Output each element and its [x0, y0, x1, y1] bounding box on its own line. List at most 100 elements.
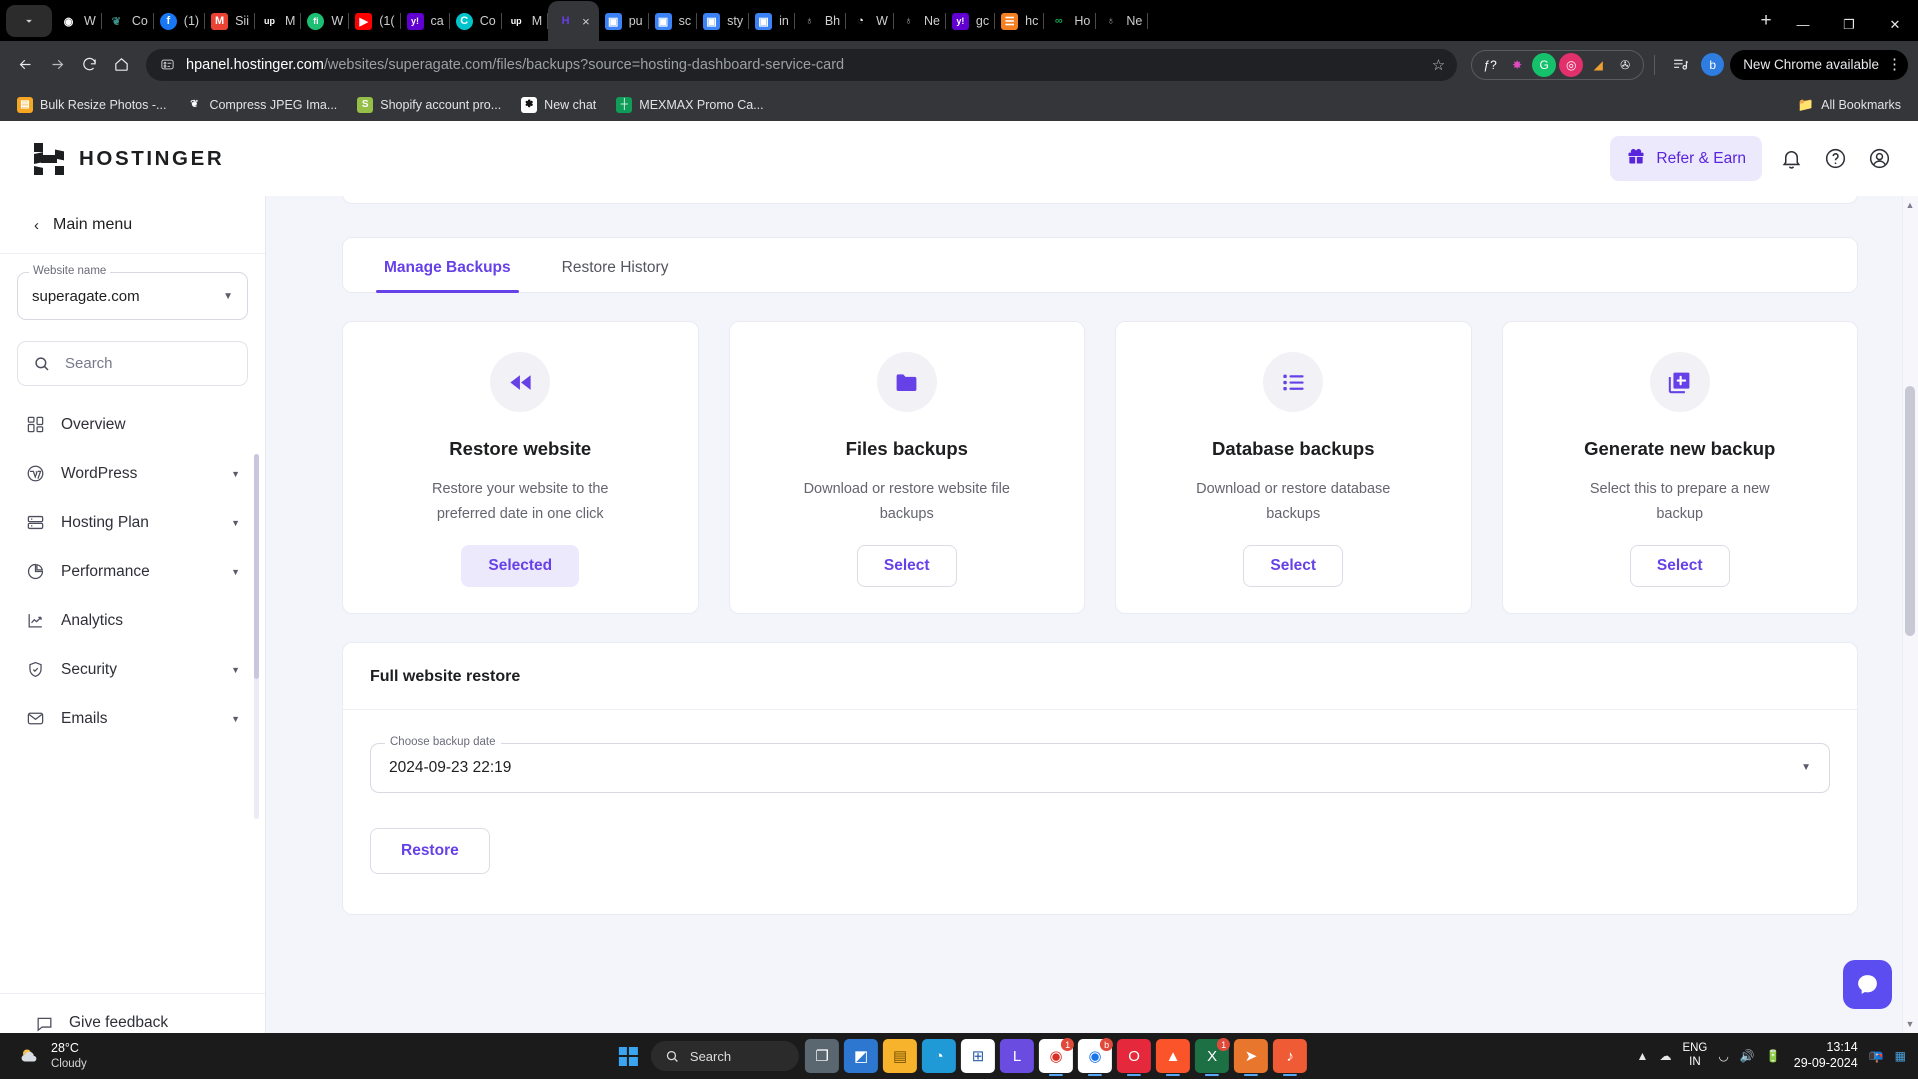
cloud-icon[interactable]: ☁ — [1659, 1049, 1671, 1063]
reading-list-icon[interactable] — [1665, 50, 1695, 80]
brave-icon[interactable]: ▲ — [1156, 1039, 1190, 1073]
refer-and-earn-button[interactable]: Refer & Earn — [1610, 136, 1762, 181]
microsoft-store-icon[interactable]: ⊞ — [961, 1039, 995, 1073]
clock[interactable]: 13:14 29-09-2024 — [1792, 1040, 1858, 1071]
browser-tab[interactable]: ◉W — [54, 1, 102, 41]
browser-tab[interactable]: ◔W — [846, 1, 894, 41]
sidebar-item-analytics[interactable]: Analytics — [17, 596, 248, 645]
bookmark-item[interactable]: SShopify account pro... — [350, 94, 508, 116]
excel-icon[interactable]: X1 — [1195, 1039, 1229, 1073]
volume-icon[interactable]: 🔊 — [1740, 1049, 1755, 1063]
sidebar-item-hosting-plan[interactable]: Hosting Plan▼ — [17, 498, 248, 547]
bell-icon[interactable] — [1776, 144, 1806, 174]
address-bar[interactable]: hpanel.hostinger.com/websites/superagate… — [146, 49, 1457, 81]
backup-card[interactable]: Generate new backupSelect this to prepar… — [1502, 321, 1859, 614]
card-select-button[interactable]: Select — [1243, 545, 1343, 587]
tray-extra-icon[interactable]: ▦ — [1895, 1049, 1906, 1063]
edge-icon[interactable]: ◔ — [922, 1039, 956, 1073]
chevron-down-icon[interactable]: ▼ — [231, 665, 240, 675]
colorpicker-extension-icon[interactable]: ✸ — [1505, 53, 1529, 77]
browser-tab[interactable]: ♁Ne — [1096, 1, 1148, 41]
main-menu-back[interactable]: ‹ Main menu — [0, 196, 265, 254]
telegram-icon[interactable]: ➤ — [1234, 1039, 1268, 1073]
office-icon[interactable]: ◩ — [844, 1039, 878, 1073]
browser-tab[interactable]: ▣in — [749, 1, 795, 41]
browser-tab[interactable]: y!ca — [401, 1, 450, 41]
back-button[interactable] — [10, 50, 40, 80]
browser-tab[interactable]: ▶(1( — [349, 1, 400, 41]
browser-tab[interactable]: ▣sty — [697, 1, 749, 41]
chevron-down-icon[interactable]: ▼ — [231, 714, 240, 724]
browser-tab[interactable]: MSii — [205, 1, 255, 41]
card-select-button[interactable]: Select — [857, 545, 957, 587]
chevron-down-icon[interactable]: ▼ — [231, 469, 240, 479]
browser-tab-active[interactable]: H× — [548, 1, 599, 41]
browser-tab[interactable]: y!gc — [946, 1, 995, 41]
scroll-up-arrow[interactable]: ▲ — [1905, 200, 1915, 210]
browser-tab[interactable]: ☰hc — [995, 1, 1044, 41]
grammar-extension-icon[interactable]: ƒ? — [1478, 53, 1502, 77]
bookmark-item[interactable]: ✽New chat — [514, 94, 603, 116]
close-tab-icon[interactable]: × — [582, 15, 590, 28]
lightshot-icon[interactable]: L — [1000, 1039, 1034, 1073]
language-indicator[interactable]: ENG IN — [1682, 1042, 1707, 1070]
sidebar-item-security[interactable]: Security▼ — [17, 645, 248, 694]
restore-button[interactable]: Restore — [370, 828, 490, 874]
forward-button[interactable] — [42, 50, 72, 80]
backup-date-select[interactable]: Choose backup date 2024-09-23 22:19 ▼ — [370, 743, 1830, 793]
instagram-extension-icon[interactable]: ◎ — [1559, 53, 1583, 77]
website-select[interactable]: Website name superagate.com ▼ — [17, 272, 248, 320]
backup-card[interactable]: Database backupsDownload or restore data… — [1115, 321, 1472, 614]
browser-tab[interactable]: ❦Co — [102, 1, 154, 41]
puzzle-extensions-icon[interactable]: ✇ — [1613, 53, 1637, 77]
browser-tab[interactable]: ▣pu — [599, 1, 649, 41]
browser-tab[interactable]: f(1) — [154, 1, 205, 41]
grammarly-extension-icon[interactable]: G — [1532, 53, 1556, 77]
hostinger-logo[interactable]: HOSTINGER — [34, 143, 224, 175]
notification-icon[interactable]: 📭 — [1869, 1049, 1884, 1063]
backup-card[interactable]: Files backupsDownload or restore website… — [729, 321, 1086, 614]
sidebar-item-emails[interactable]: Emails▼ — [17, 694, 248, 743]
backup-card[interactable]: Restore websiteRestore your website to t… — [342, 321, 699, 614]
maximize-button[interactable]: ❐ — [1826, 8, 1872, 41]
browser-tab[interactable]: ▣sc — [649, 1, 698, 41]
task-view-icon[interactable]: ❐ — [805, 1039, 839, 1073]
browser-tab[interactable]: upM — [502, 1, 548, 41]
new-tab-button[interactable]: + — [1752, 7, 1780, 35]
star-icon[interactable]: ☆ — [1432, 56, 1445, 74]
tab-restore-history[interactable]: Restore History — [554, 259, 677, 292]
browser-tab[interactable]: ♁Bh — [795, 1, 846, 41]
adblock-extension-icon[interactable]: ◢ — [1586, 53, 1610, 77]
chevron-up-icon[interactable]: ▲ — [1637, 1049, 1649, 1063]
card-select-button[interactable]: Select — [1630, 545, 1730, 587]
all-bookmarks-button[interactable]: 📁 All Bookmarks — [1791, 94, 1908, 116]
support-chat-button[interactable] — [1843, 960, 1892, 1009]
page-info-icon[interactable] — [158, 56, 176, 74]
file-explorer-icon[interactable]: ▤ — [883, 1039, 917, 1073]
card-select-button[interactable]: Selected — [461, 545, 579, 587]
browser-tab[interactable]: ∞Ho — [1044, 1, 1096, 41]
page-scrollbar-thumb[interactable] — [1905, 386, 1915, 636]
start-button[interactable] — [611, 1039, 645, 1073]
bookmark-item[interactable]: ❦Compress JPEG Ima... — [179, 94, 344, 116]
chevron-down-icon[interactable]: ▼ — [231, 518, 240, 528]
browser-tab[interactable]: ♁Ne — [894, 1, 946, 41]
reload-button[interactable] — [74, 50, 104, 80]
home-button[interactable] — [106, 50, 136, 80]
profile-avatar[interactable]: b — [1701, 53, 1724, 76]
opera-icon[interactable]: O — [1117, 1039, 1151, 1073]
bookmark-item[interactable]: ┼MEXMAX Promo Ca... — [609, 94, 770, 116]
browser-tab[interactable]: CCo — [450, 1, 502, 41]
browser-tab[interactable]: fiW — [301, 1, 349, 41]
minimize-button[interactable]: — — [1780, 8, 1826, 41]
browser-tab[interactable]: upM — [255, 1, 301, 41]
taskbar-search[interactable]: Search — [651, 1041, 799, 1071]
give-feedback-button[interactable]: Give feedback — [34, 1013, 265, 1033]
sidebar-item-wordpress[interactable]: WordPress▼ — [17, 449, 248, 498]
chrome-profile-icon[interactable]: ◉b — [1078, 1039, 1112, 1073]
page-scrollbar-track[interactable]: ▲ ▼ — [1902, 196, 1918, 1033]
scroll-down-arrow[interactable]: ▼ — [1905, 1019, 1915, 1029]
tab-search-button[interactable] — [6, 5, 52, 37]
wifi-icon[interactable]: ◡ — [1718, 1049, 1728, 1063]
sidebar-item-overview[interactable]: Overview — [17, 400, 248, 449]
